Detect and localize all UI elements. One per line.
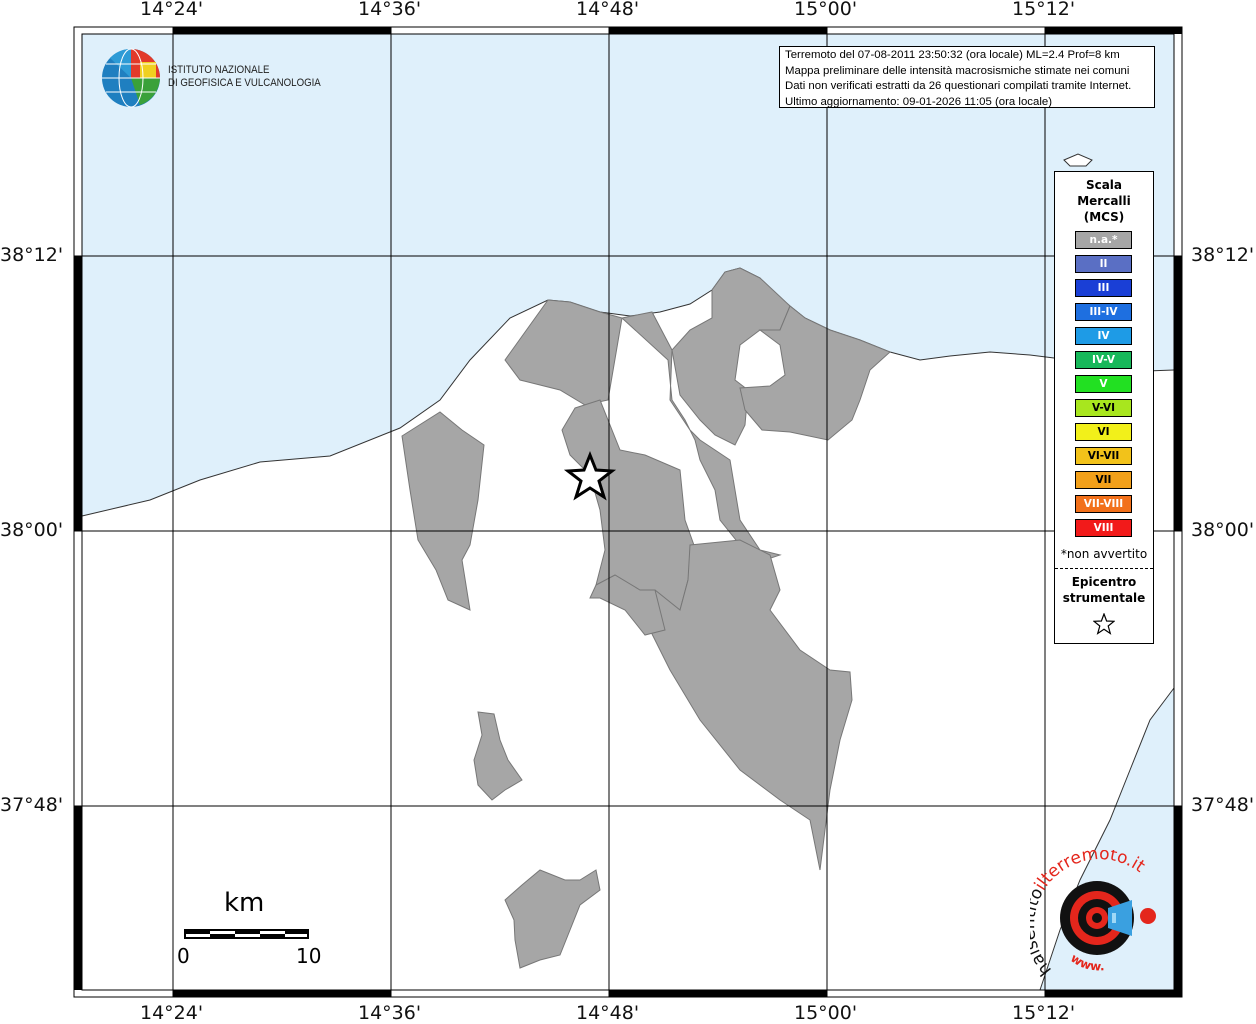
ingv-logo-text: ISTITUTO NAZIONALE DI GEOFISICA E VULCAN…	[168, 64, 321, 90]
legend-note: *non avvertito	[1060, 547, 1148, 561]
legend-title-line-3: (MCS)	[1083, 210, 1125, 224]
top-tick-label: 14°48'	[576, 0, 640, 20]
legend-separator	[1055, 568, 1153, 569]
legend-items: n.a.* II III III-IV IV IV-V V V-VI VI VI-VII VII VI…	[1055, 231, 1153, 537]
watermark-text-3: www.	[1068, 951, 1105, 974]
logo-line-1: ISTITUTO NAZIONALE	[168, 64, 270, 76]
right-tick-label: 37°48'	[1191, 794, 1255, 816]
municipalities	[401, 267, 891, 969]
legend-epicentre-line-2: strumentale	[1062, 591, 1146, 605]
right-tick-label: 38°00'	[1191, 519, 1255, 541]
ingv-logo-icon	[102, 48, 160, 108]
event-info-box: Terremoto del 07-08-2011 23:50:32 (ora l…	[779, 46, 1155, 108]
legend-item: III-IV	[1075, 303, 1132, 321]
legend-item: n.a.*	[1075, 231, 1132, 249]
legend-item: V-VI	[1075, 399, 1132, 417]
watermark-text-1: haisentito	[1030, 885, 1056, 980]
municipality	[504, 299, 623, 406]
left-tick-label: 38°12'	[0, 244, 64, 266]
scalebar-unit: km	[224, 888, 265, 918]
info-line-4: Ultimo aggiornamento: 09-01-2026 11:05 (…	[785, 95, 1052, 108]
left-tick-label: 38°00'	[0, 519, 64, 541]
municipality	[401, 411, 485, 611]
bottom-tick-label: 15°00'	[794, 1002, 858, 1024]
mcs-legend: Scala Mercalli (MCS) n.a.* II III III-IV IV I…	[1054, 171, 1154, 644]
legend-item: VII-VIII	[1075, 495, 1132, 513]
legend-title: Scala Mercalli (MCS)	[1055, 177, 1153, 225]
legend-item: III	[1075, 279, 1132, 297]
svg-text:www.: www.	[1068, 951, 1105, 974]
top-tick-label: 14°24'	[140, 0, 204, 20]
legend-title-line-1: Scala	[1085, 178, 1123, 192]
legend-title-line-2: Mercalli	[1077, 194, 1131, 208]
legend-item: V	[1075, 375, 1132, 393]
municipality	[504, 869, 601, 969]
top-tick-label: 15°12'	[1012, 0, 1076, 20]
info-line-1: Terremoto del 07-08-2011 23:50:32 (ora l…	[785, 49, 1120, 61]
legend-item: VII	[1075, 471, 1132, 489]
legend-item: VIII	[1075, 519, 1132, 537]
bottom-tick-label: 15°12'	[1012, 1002, 1076, 1024]
right-tick-label: 38°12'	[1191, 244, 1255, 266]
bottom-tick-label: 14°24'	[140, 1002, 204, 1024]
legend-item: IV-V	[1075, 351, 1132, 369]
bottom-tick-label: 14°36'	[358, 1002, 422, 1024]
info-line-2: Mappa preliminare delle intensità macros…	[785, 64, 1130, 77]
legend-star-icon	[1093, 613, 1115, 635]
top-tick-label: 14°36'	[358, 0, 422, 20]
top-tick-label: 15°00'	[794, 0, 858, 20]
legend-item: VI	[1075, 423, 1132, 441]
logo-line-2: DI GEOFISICA E VULCANOLOGIA	[168, 77, 321, 89]
haisentito-watermark: haisentitoilterremoto.it www.	[1030, 850, 1149, 980]
scalebar-max: 10	[296, 944, 322, 968]
municipality	[473, 711, 523, 801]
info-line-3: Dati non verificati estratti da 26 quest…	[785, 80, 1132, 92]
scalebar-min: 0	[177, 944, 190, 968]
legend-item: VI-VII	[1075, 447, 1132, 465]
legend-epicentre-label: Epicentro strumentale	[1055, 574, 1153, 606]
bottom-tick-label: 14°48'	[576, 1002, 640, 1024]
legend-epicentre-line-1: Epicentro	[1071, 575, 1137, 589]
legend-item: II	[1075, 255, 1132, 273]
scalebar	[184, 929, 309, 939]
left-tick-label: 37°48'	[0, 794, 64, 816]
watermark-text-2: ilterremoto.it	[1031, 850, 1149, 894]
legend-item: IV	[1075, 327, 1132, 345]
